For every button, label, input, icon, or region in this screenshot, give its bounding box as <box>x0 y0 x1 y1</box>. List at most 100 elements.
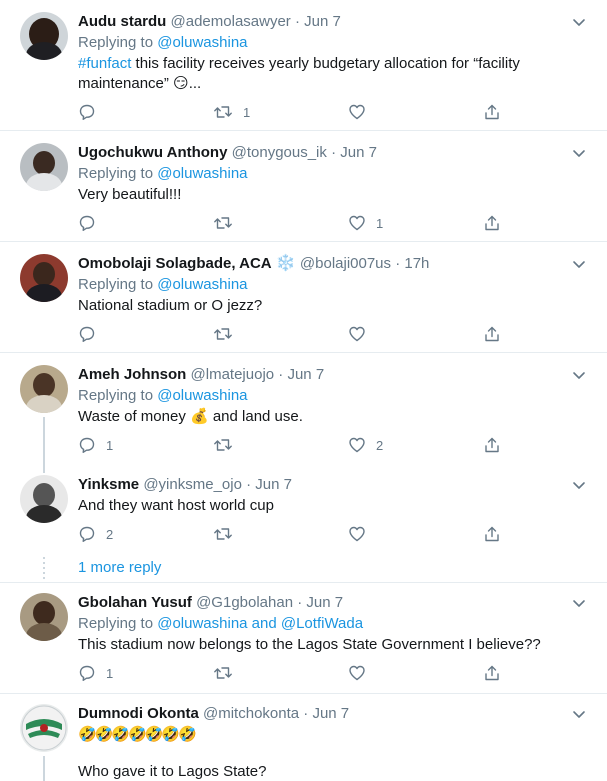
avatar[interactable] <box>20 365 68 413</box>
timestamp[interactable]: Jun 7 <box>304 13 341 30</box>
tweet[interactable]: Omobolaji Solagbade, ACA ❄️ @bolaji007us… <box>0 242 607 352</box>
reply-icon <box>78 525 96 543</box>
snowflake-icon: ❄️ <box>275 255 296 272</box>
tweet-text: National stadium or O jezz? <box>78 297 263 314</box>
like-button[interactable]: 1 <box>348 213 383 233</box>
retweet-button[interactable] <box>213 435 243 455</box>
timestamp[interactable]: Jun 7 <box>287 366 324 383</box>
share-button[interactable] <box>483 213 501 233</box>
tweet[interactable]: Yinksme @yinksme_ojo · Jun 7 And they wa… <box>0 463 607 553</box>
timestamp[interactable]: 17h <box>404 255 429 272</box>
user-handle[interactable]: @tonygous_ik <box>232 144 327 161</box>
reply-button[interactable]: 2 <box>78 524 113 544</box>
share-button[interactable] <box>483 435 501 455</box>
display-name[interactable]: Dumnodi Okonta <box>78 705 199 722</box>
mention-link[interactable]: @oluwashina <box>157 387 247 404</box>
tweet[interactable]: Ameh Johnson @lmatejuojo · Jun 7 Replyin… <box>0 353 607 473</box>
chevron-down-icon[interactable] <box>571 256 587 272</box>
avatar[interactable] <box>20 254 68 302</box>
mention-link[interactable]: @oluwashina <box>157 165 247 182</box>
user-handle[interactable]: @yinksme_ojo <box>143 476 242 493</box>
hashtag-link[interactable]: #funfact <box>78 55 131 72</box>
mention-link[interactable]: @oluwashina and @LotfiWada <box>157 615 363 632</box>
avatar[interactable] <box>20 143 68 191</box>
user-handle[interactable]: @bolaji007us <box>300 255 391 272</box>
tweet[interactable]: Gbolahan Yusuf @G1gbolahan · Jun 7 Reply… <box>0 583 607 693</box>
replying-prefix: Replying to <box>78 165 154 182</box>
reply-button[interactable]: 1 <box>78 435 113 455</box>
avatar[interactable] <box>20 704 68 752</box>
display-name[interactable]: Ugochukwu Anthony <box>78 144 227 161</box>
share-button[interactable] <box>483 102 501 122</box>
display-name[interactable]: Ameh Johnson <box>78 366 186 383</box>
tweet-actions: 2 <box>78 524 508 544</box>
reply-button[interactable]: 1 <box>78 663 113 683</box>
chevron-down-icon[interactable] <box>571 706 587 722</box>
reply-icon <box>78 436 96 454</box>
avatar[interactable] <box>20 593 68 641</box>
user-handle[interactable]: @lmatejuojo <box>191 366 275 383</box>
replying-to: Replying to @oluwashina and @LotfiWada <box>78 614 363 634</box>
chevron-down-icon[interactable] <box>571 145 587 161</box>
chevron-down-icon[interactable] <box>571 595 587 611</box>
timestamp[interactable]: Jun 7 <box>306 594 343 611</box>
like-button[interactable] <box>348 324 376 344</box>
mention-link[interactable]: @oluwashina <box>157 34 247 51</box>
tweet-header: Ameh Johnson @lmatejuojo · Jun 7 <box>78 365 567 385</box>
avatar[interactable] <box>20 475 68 523</box>
retweet-button[interactable] <box>213 524 243 544</box>
tweet[interactable]: Dumnodi Okonta @mitchokonta · Jun 7 🤣🤣🤣🤣… <box>0 694 607 781</box>
share-icon <box>483 525 501 543</box>
retweet-icon <box>213 325 233 343</box>
retweet-button[interactable]: 1 <box>213 102 250 122</box>
display-name[interactable]: Audu stardu <box>78 13 166 30</box>
like-button[interactable] <box>348 663 376 683</box>
avatar[interactable] <box>20 12 68 60</box>
retweet-icon <box>213 436 233 454</box>
retweet-icon <box>213 214 233 232</box>
show-more-replies-link[interactable]: 1 more reply <box>78 558 161 578</box>
reply-count: 1 <box>106 665 114 681</box>
replying-to: Replying to @oluwashina <box>78 33 248 53</box>
timestamp[interactable]: Jun 7 <box>312 705 349 722</box>
share-button[interactable] <box>483 324 501 344</box>
tweet-actions <box>78 324 508 344</box>
chevron-down-icon[interactable] <box>571 14 587 30</box>
share-button[interactable] <box>483 663 501 683</box>
heart-icon <box>348 325 366 343</box>
share-button[interactable] <box>483 524 501 544</box>
share-icon <box>483 664 501 682</box>
separator-dot: · <box>294 13 300 30</box>
retweet-button[interactable] <box>213 324 243 344</box>
heart-icon <box>348 525 366 543</box>
reply-count: 2 <box>106 526 114 542</box>
heart-icon <box>348 436 366 454</box>
tweet[interactable]: Audu stardu @ademolasawyer · Jun 7 Reply… <box>0 0 607 130</box>
retweet-button[interactable] <box>213 663 243 683</box>
chevron-down-icon[interactable] <box>571 477 587 493</box>
reply-button[interactable] <box>78 102 106 122</box>
tweet[interactable]: Ugochukwu Anthony @tonygous_ik · Jun 7 R… <box>0 131 607 241</box>
display-name[interactable]: Yinksme <box>78 476 139 493</box>
like-button[interactable]: 2 <box>348 435 383 455</box>
user-handle[interactable]: @mitchokonta <box>203 705 299 722</box>
tweet-header: Ugochukwu Anthony @tonygous_ik · Jun 7 <box>78 143 567 163</box>
retweet-button[interactable] <box>213 213 243 233</box>
reply-button[interactable] <box>78 324 106 344</box>
mention-link[interactable]: @oluwashina <box>157 276 247 293</box>
user-handle[interactable]: @G1gbolahan <box>196 594 293 611</box>
separator-dot: · <box>297 594 303 611</box>
reply-button[interactable] <box>78 213 106 233</box>
user-handle[interactable]: @ademolasawyer <box>171 13 291 30</box>
like-count: 2 <box>376 437 384 453</box>
retweet-icon <box>213 664 233 682</box>
chevron-down-icon[interactable] <box>571 367 587 383</box>
display-name[interactable]: Omobolaji Solagbade, ACA <box>78 255 272 272</box>
football-crest-icon <box>21 705 67 751</box>
like-button[interactable] <box>348 524 376 544</box>
display-name[interactable]: Gbolahan Yusuf <box>78 594 192 611</box>
timestamp[interactable]: Jun 7 <box>340 144 377 161</box>
like-button[interactable] <box>348 102 376 122</box>
separator-dot: · <box>246 476 252 493</box>
timestamp[interactable]: Jun 7 <box>255 476 292 493</box>
